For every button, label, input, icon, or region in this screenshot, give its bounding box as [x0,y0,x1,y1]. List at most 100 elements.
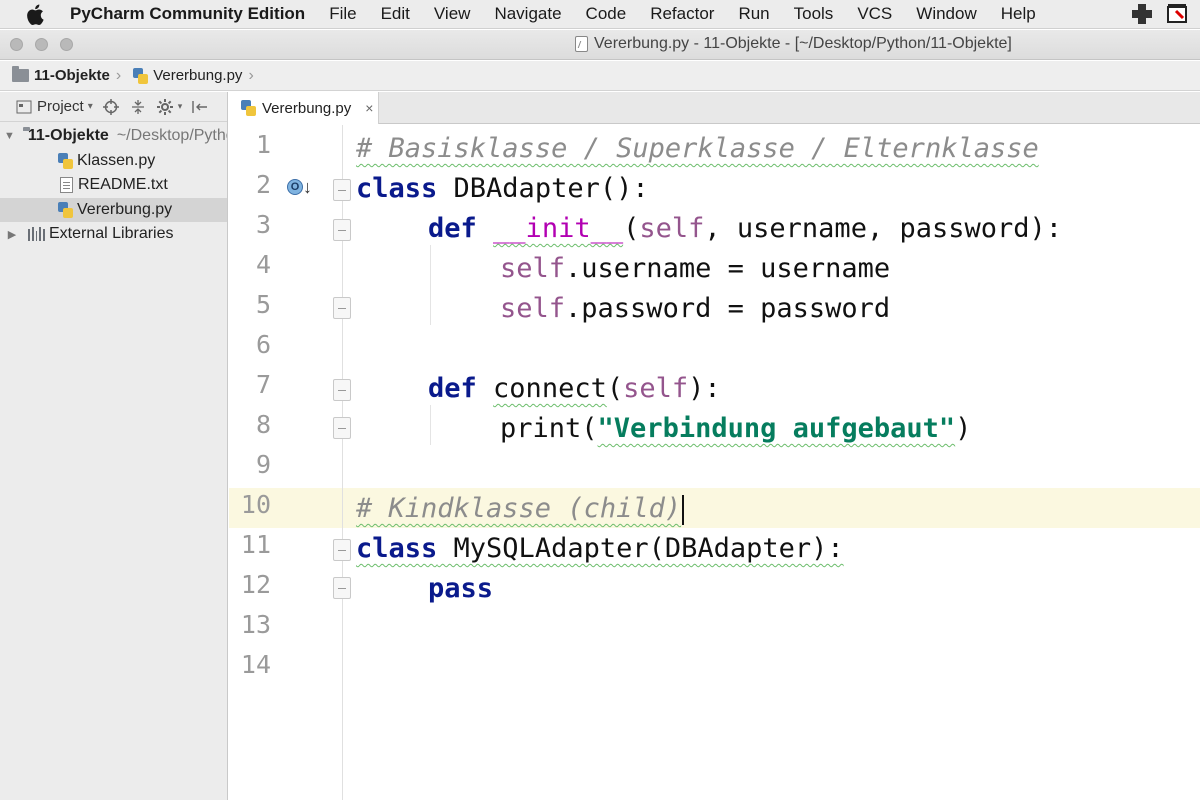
tree-root-label: 11-Objekte [27,127,109,145]
keyword: class [356,533,438,564]
menu-run[interactable]: Run [738,4,769,24]
locate-icon[interactable] [102,98,120,116]
close-window-button[interactable] [10,38,23,51]
code-editor[interactable]: # Basisklasse / Superklasse / Elternklas… [344,125,1200,800]
comment: # Kindklasse (child) [356,493,682,524]
overridden-method-icon[interactable]: O ↓ [287,177,315,201]
line-number: 1 [255,130,271,159]
breadcrumb-project-label: 11-Objekte [34,67,110,84]
code-line-11[interactable]: class MySQLAdapter(DBAdapter): [356,529,844,569]
code-line-2[interactable]: class DBAdapter(): [356,169,649,209]
hide-panel-icon[interactable] [191,98,209,116]
tab-label: Vererbung.py [262,99,352,117]
menu-navigate[interactable]: Navigate [494,4,561,24]
menu-file[interactable]: File [329,4,356,24]
code-text: , username, password): [704,213,1063,244]
code-line-10[interactable]: # Kindklasse (child) [356,489,685,529]
chevron-down-icon[interactable]: ▾ [178,101,183,112]
menu-window[interactable]: Window [916,4,976,24]
app-menu[interactable]: PyCharm Community Edition [70,4,305,24]
tree-file-readme[interactable]: README.txt [0,173,227,198]
medical-cross-icon[interactable] [1130,3,1154,25]
line-number: 13 [240,610,271,639]
tree-file-klassen[interactable]: Klassen.py [0,149,227,174]
menu-help[interactable]: Help [1001,4,1036,24]
window-title-bar: Vererbung.py - 11-Objekte - [~/Desktop/P… [0,30,1200,60]
line-number: 5 [255,290,271,319]
mac-menu-bar: PyCharm Community Edition File Edit View… [0,0,1200,29]
tree-file-label: README.txt [78,176,168,194]
self-keyword: self [500,293,566,324]
line-number: 10 [240,490,271,519]
tree-file-label: Vererbung.py [77,200,173,218]
line-number: 4 [255,250,271,279]
code-line-7[interactable]: def connect(self): [428,369,721,409]
menu-view[interactable]: View [434,4,471,24]
builtin-function: print [500,413,582,444]
tree-external-libraries[interactable]: ▶ External Libraries [0,222,227,247]
code-text: ( [581,413,598,444]
chevron-down-icon[interactable]: ▾ [88,101,93,112]
menu-refactor[interactable]: Refactor [650,4,714,24]
tree-file-label: Klassen.py [77,151,156,169]
code-text: .username = username [565,253,891,284]
menu-tools[interactable]: Tools [794,4,834,24]
tree-root-path: ~/Desktop/Python/11-Objekte [116,127,227,145]
project-panel: Project ▾ ▾ ▼ 11-Objekte ~/Desktop/Pytho… [0,92,228,800]
window-title-text: Vererbung.py - 11-Objekte - [~/Desktop/P… [594,35,1012,52]
code-text: MySQLAdapter(DBAdapter): [437,533,844,564]
function-name: connect [493,373,607,404]
zoom-window-button[interactable] [60,38,73,51]
code-text: ): [688,373,721,404]
menu-code[interactable]: Code [586,4,627,24]
collapse-all-icon[interactable] [129,98,147,116]
menu-edit[interactable]: Edit [381,4,410,24]
python-file-icon [241,100,256,116]
menu-vcs[interactable]: VCS [857,4,892,24]
line-number: 3 [255,210,271,239]
breadcrumb-file[interactable]: Vererbung.py [133,67,242,84]
breadcrumb-project[interactable]: 11-Objekte [12,66,110,84]
keyword: def [428,213,477,244]
python-file-icon [58,152,73,169]
line-number: 7 [255,370,271,399]
class-name: DBAdapter [437,173,600,204]
close-icon[interactable]: × [365,100,373,116]
override-marker: O [287,179,303,195]
screen-recorder-icon[interactable] [1166,3,1190,25]
chevron-right-icon: › [248,66,254,84]
collapsed-arrow-icon[interactable]: ▶ [4,228,20,241]
gear-icon[interactable] [156,98,174,116]
comment: # Basisklasse / Superklasse / Elternklas… [356,133,1039,164]
line-number: 12 [240,570,271,599]
code-text: .password = password [565,293,891,324]
line-number: 11 [240,530,271,559]
editor-tab-bar: Vererbung.py × [229,92,1200,124]
chevron-right-icon: › [115,66,122,84]
self-keyword: self [500,253,566,284]
code-line-3[interactable]: def __init__(self, username, password): [428,209,1062,249]
code-line-5[interactable]: self.password = password [500,289,890,329]
expanded-arrow-icon[interactable]: ▼ [4,130,15,142]
tab-vererbung[interactable]: Vererbung.py × [229,92,379,124]
tree-root-folder[interactable]: ▼ 11-Objekte ~/Desktop/Python/11-Objekte [0,124,227,149]
minimize-window-button[interactable] [35,38,48,51]
line-number: 8 [255,410,271,439]
code-line-12[interactable]: pass [428,569,493,609]
project-view-icon [15,98,33,116]
tree-file-vererbung[interactable]: Vererbung.py [0,197,227,222]
project-panel-header: Project ▾ ▾ [0,92,227,122]
project-view-selector[interactable]: Project [37,98,84,115]
text-cursor [682,494,685,525]
editor-gutter: 1 2 3 4 5 6 7 8 9 10 11 12 13 14 O ↓ [229,125,351,800]
code-line-1[interactable]: # Basisklasse / Superklasse / Elternklas… [356,129,1039,169]
apple-menu-icon[interactable] [26,4,48,25]
libraries-icon [28,227,45,242]
code-text: ( [623,213,640,244]
line-number: 14 [240,650,271,679]
code-line-8[interactable]: print("Verbindung aufgebaut") [500,409,971,449]
keyword: class [356,173,438,204]
code-line-4[interactable]: self.username = username [500,249,890,289]
indent-guide [430,245,431,325]
function-name: __init__ [493,213,624,244]
